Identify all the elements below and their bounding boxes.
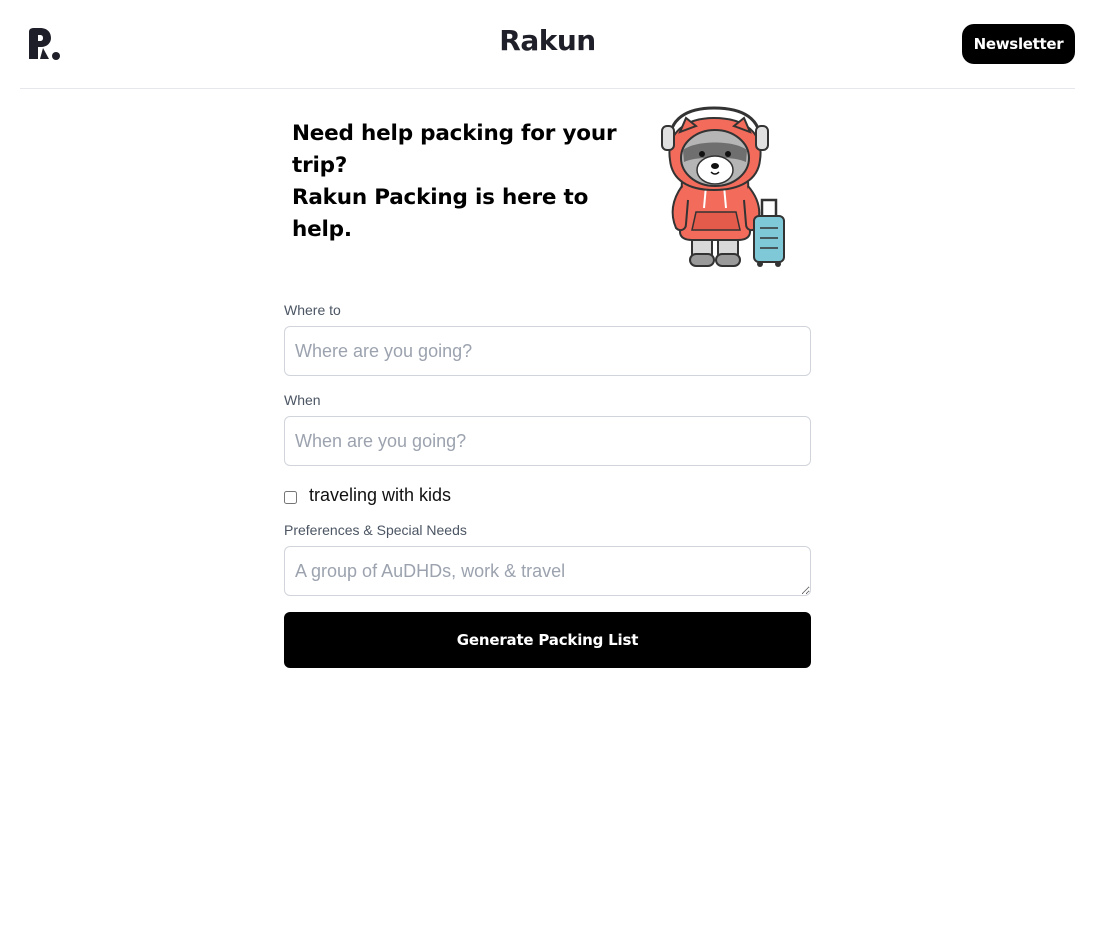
preferences-textarea[interactable] (284, 546, 811, 596)
kids-checkbox-row: traveling with kids (284, 482, 811, 512)
kids-checkbox-label[interactable]: traveling with kids (309, 485, 451, 506)
hero-line-1: Need help packing for your trip? (292, 121, 617, 178)
site-header: Rakun Newsletter (20, 0, 1075, 89)
when-label: When (284, 392, 321, 408)
date-input[interactable] (284, 416, 811, 466)
destination-input[interactable] (284, 326, 811, 376)
preferences-label: Preferences & Special Needs (284, 522, 467, 538)
generate-packing-list-button[interactable]: Generate Packing List (284, 612, 811, 668)
newsletter-button[interactable]: Newsletter (962, 24, 1075, 64)
brand-title[interactable]: Rakun (20, 24, 1075, 57)
packing-form: Where to When traveling with kids Prefer… (284, 300, 811, 668)
hero-heading: Need help packing for your trip? Rakun P… (292, 118, 622, 246)
hero-line-2: Rakun Packing is here to help. (292, 185, 589, 242)
kids-checkbox[interactable] (284, 491, 297, 504)
where-to-label: Where to (284, 302, 341, 318)
raccoon-mascot-illustration (661, 106, 785, 267)
